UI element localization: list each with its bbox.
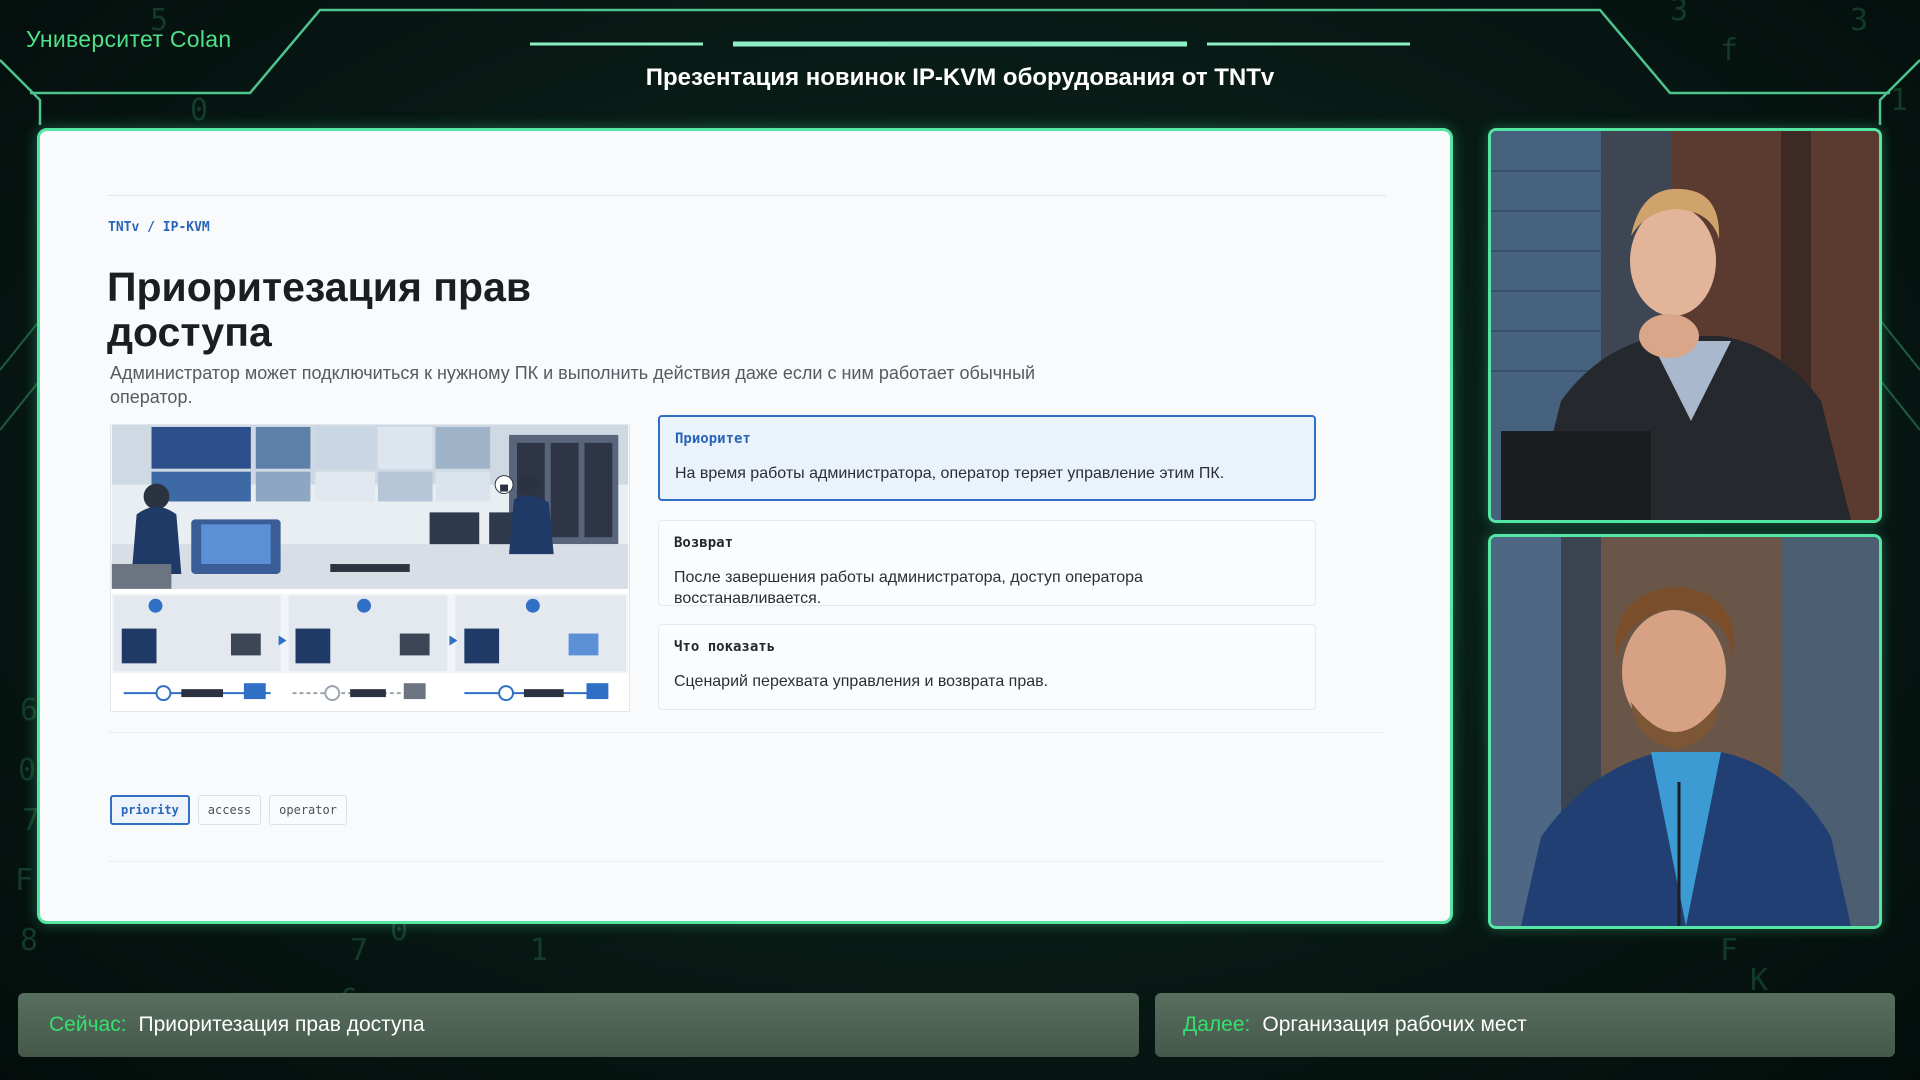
slide-panel: TNTv / IP-KVM Приоритезация прав доступа… — [37, 128, 1453, 924]
card-body: После завершения работы администратора, … — [674, 569, 1143, 607]
slide-heading: Приоритезация прав доступа — [107, 264, 532, 355]
card-title: Что показать — [674, 639, 776, 655]
card-what-to-show[interactable]: Что показать Сценарий перехвата управлен… — [658, 624, 1316, 710]
card-title: Приоритет — [675, 431, 751, 447]
divider — [108, 732, 1386, 733]
next-topic: Организация рабочих мест — [1262, 1013, 1527, 1036]
presentation-title: Презентация новинок IP-KVM оборудования … — [645, 64, 1275, 91]
now-playing-bar: Сейчас: Приоритезация прав доступа — [18, 993, 1139, 1057]
breadcrumb[interactable]: TNTv / IP-KVM — [108, 220, 210, 235]
video-feed-speaker-2 — [1488, 534, 1882, 929]
card-body: Сценарий перехвата управления и возврата… — [674, 673, 1049, 690]
tag-operator[interactable]: operator — [269, 795, 347, 825]
tag-priority[interactable]: priority — [110, 795, 190, 825]
card-priority[interactable]: Приоритет На время работы администратора… — [658, 415, 1316, 501]
card-title: Возврат — [674, 535, 734, 551]
scenario-storyboard — [111, 593, 629, 674]
next-up-bar: Далее: Организация рабочих мест — [1155, 993, 1895, 1057]
control-room-illustration — [110, 424, 630, 712]
tag-access[interactable]: access — [197, 795, 262, 825]
card-return[interactable]: Возврат После завершения работы админист… — [658, 520, 1316, 607]
video-feed-speaker-1 — [1488, 128, 1882, 523]
next-label: Далее: — [1183, 1013, 1251, 1036]
divider — [108, 195, 1386, 196]
slide-lead-text: Администратор может подключиться к нужно… — [110, 363, 1036, 407]
card-body: На время работы администратора, оператор… — [675, 465, 1225, 482]
speaker-1-video — [1491, 131, 1879, 520]
tag-list: priority access operator — [110, 795, 347, 825]
divider — [108, 861, 1386, 862]
now-label: Сейчас: — [49, 1013, 127, 1036]
now-topic: Приоритезация прав доступа — [138, 1013, 425, 1036]
brand-logo-text: Университет Colan — [26, 26, 232, 52]
speaker-2-video — [1491, 537, 1879, 926]
connection-diagram — [123, 683, 609, 702]
video-wall — [151, 426, 491, 502]
